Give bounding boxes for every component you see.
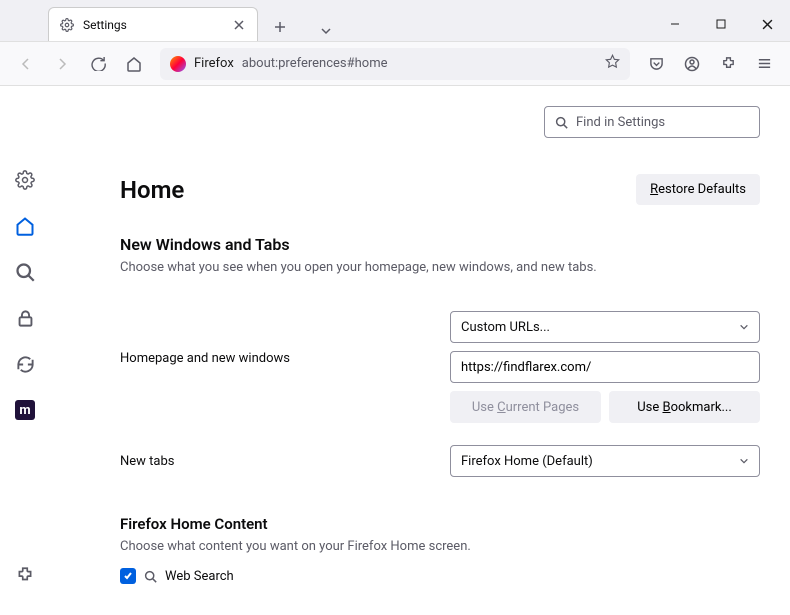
firefox-logo-icon: [170, 56, 186, 72]
homepage-url-input[interactable]: [450, 351, 760, 383]
menu-button[interactable]: [748, 48, 780, 80]
websearch-label: Web Search: [165, 569, 234, 584]
content: m Find in Settings Home Restore Defaults…: [0, 86, 790, 615]
homepage-label: Homepage and new windows: [120, 311, 450, 423]
section-home-content-title: Firefox Home Content: [120, 515, 760, 533]
close-icon[interactable]: [231, 17, 247, 33]
close-window-button[interactable]: [744, 7, 790, 41]
m-icon: m: [15, 400, 35, 420]
section-new-windows-title: New Windows and Tabs: [120, 235, 760, 254]
bookmark-star-icon[interactable]: [605, 54, 620, 73]
gear-icon: [59, 17, 75, 33]
section-new-windows-desc: Choose what you see when you open your h…: [120, 260, 760, 275]
account-button[interactable]: [676, 48, 708, 80]
new-tab-button[interactable]: [266, 13, 294, 41]
address-bar[interactable]: Firefox about:preferences#home: [160, 48, 630, 80]
maximize-button[interactable]: [698, 7, 744, 41]
page-heading: Home: [120, 176, 184, 204]
reload-button[interactable]: [82, 48, 114, 80]
url-prefix: Firefox: [194, 56, 234, 71]
settings-sidebar: m: [0, 86, 50, 615]
sidebar-extensions[interactable]: [13, 563, 37, 587]
minimize-button[interactable]: [652, 7, 698, 41]
window-controls: [652, 7, 790, 41]
titlebar: Settings: [0, 0, 790, 42]
use-current-pages-button[interactable]: Use Current Pages: [450, 391, 601, 423]
homepage-select[interactable]: Custom URLs...: [450, 311, 760, 343]
pocket-button[interactable]: [640, 48, 672, 80]
browser-tab[interactable]: Settings: [48, 7, 258, 41]
forward-button[interactable]: [46, 48, 78, 80]
restore-defaults-button[interactable]: Restore Defaults: [636, 174, 760, 205]
sidebar-sync[interactable]: [13, 352, 37, 376]
sidebar-more[interactable]: m: [13, 398, 37, 422]
newtabs-label: New tabs: [120, 454, 450, 469]
sidebar-privacy[interactable]: [13, 306, 37, 330]
newtabs-select[interactable]: Firefox Home (Default): [450, 445, 760, 477]
sidebar-home[interactable]: [13, 214, 37, 238]
section-home-content-desc: Choose what content you want on your Fir…: [120, 539, 760, 554]
url-path: about:preferences#home: [242, 56, 388, 71]
sidebar-search[interactable]: [13, 260, 37, 284]
use-bookmark-button[interactable]: Use Bookmark...: [609, 391, 760, 423]
back-button[interactable]: [10, 48, 42, 80]
find-in-settings[interactable]: Find in Settings: [544, 106, 760, 138]
chevron-down-icon: [739, 456, 749, 466]
newtabs-select-value: Firefox Home (Default): [461, 454, 593, 469]
home-button[interactable]: [118, 48, 150, 80]
chevron-down-icon: [739, 322, 749, 332]
search-placeholder: Find in Settings: [576, 115, 665, 130]
search-icon: [555, 116, 568, 129]
homepage-select-value: Custom URLs...: [461, 320, 550, 335]
extensions-button[interactable]: [712, 48, 744, 80]
settings-main: Find in Settings Home Restore Defaults N…: [50, 86, 790, 615]
tabs-dropdown-icon[interactable]: [320, 25, 332, 41]
toolbar: Firefox about:preferences#home: [0, 42, 790, 86]
websearch-checkbox[interactable]: [120, 568, 136, 584]
sidebar-general[interactable]: [13, 168, 37, 192]
tab-title: Settings: [83, 18, 223, 32]
search-icon: [144, 570, 157, 583]
